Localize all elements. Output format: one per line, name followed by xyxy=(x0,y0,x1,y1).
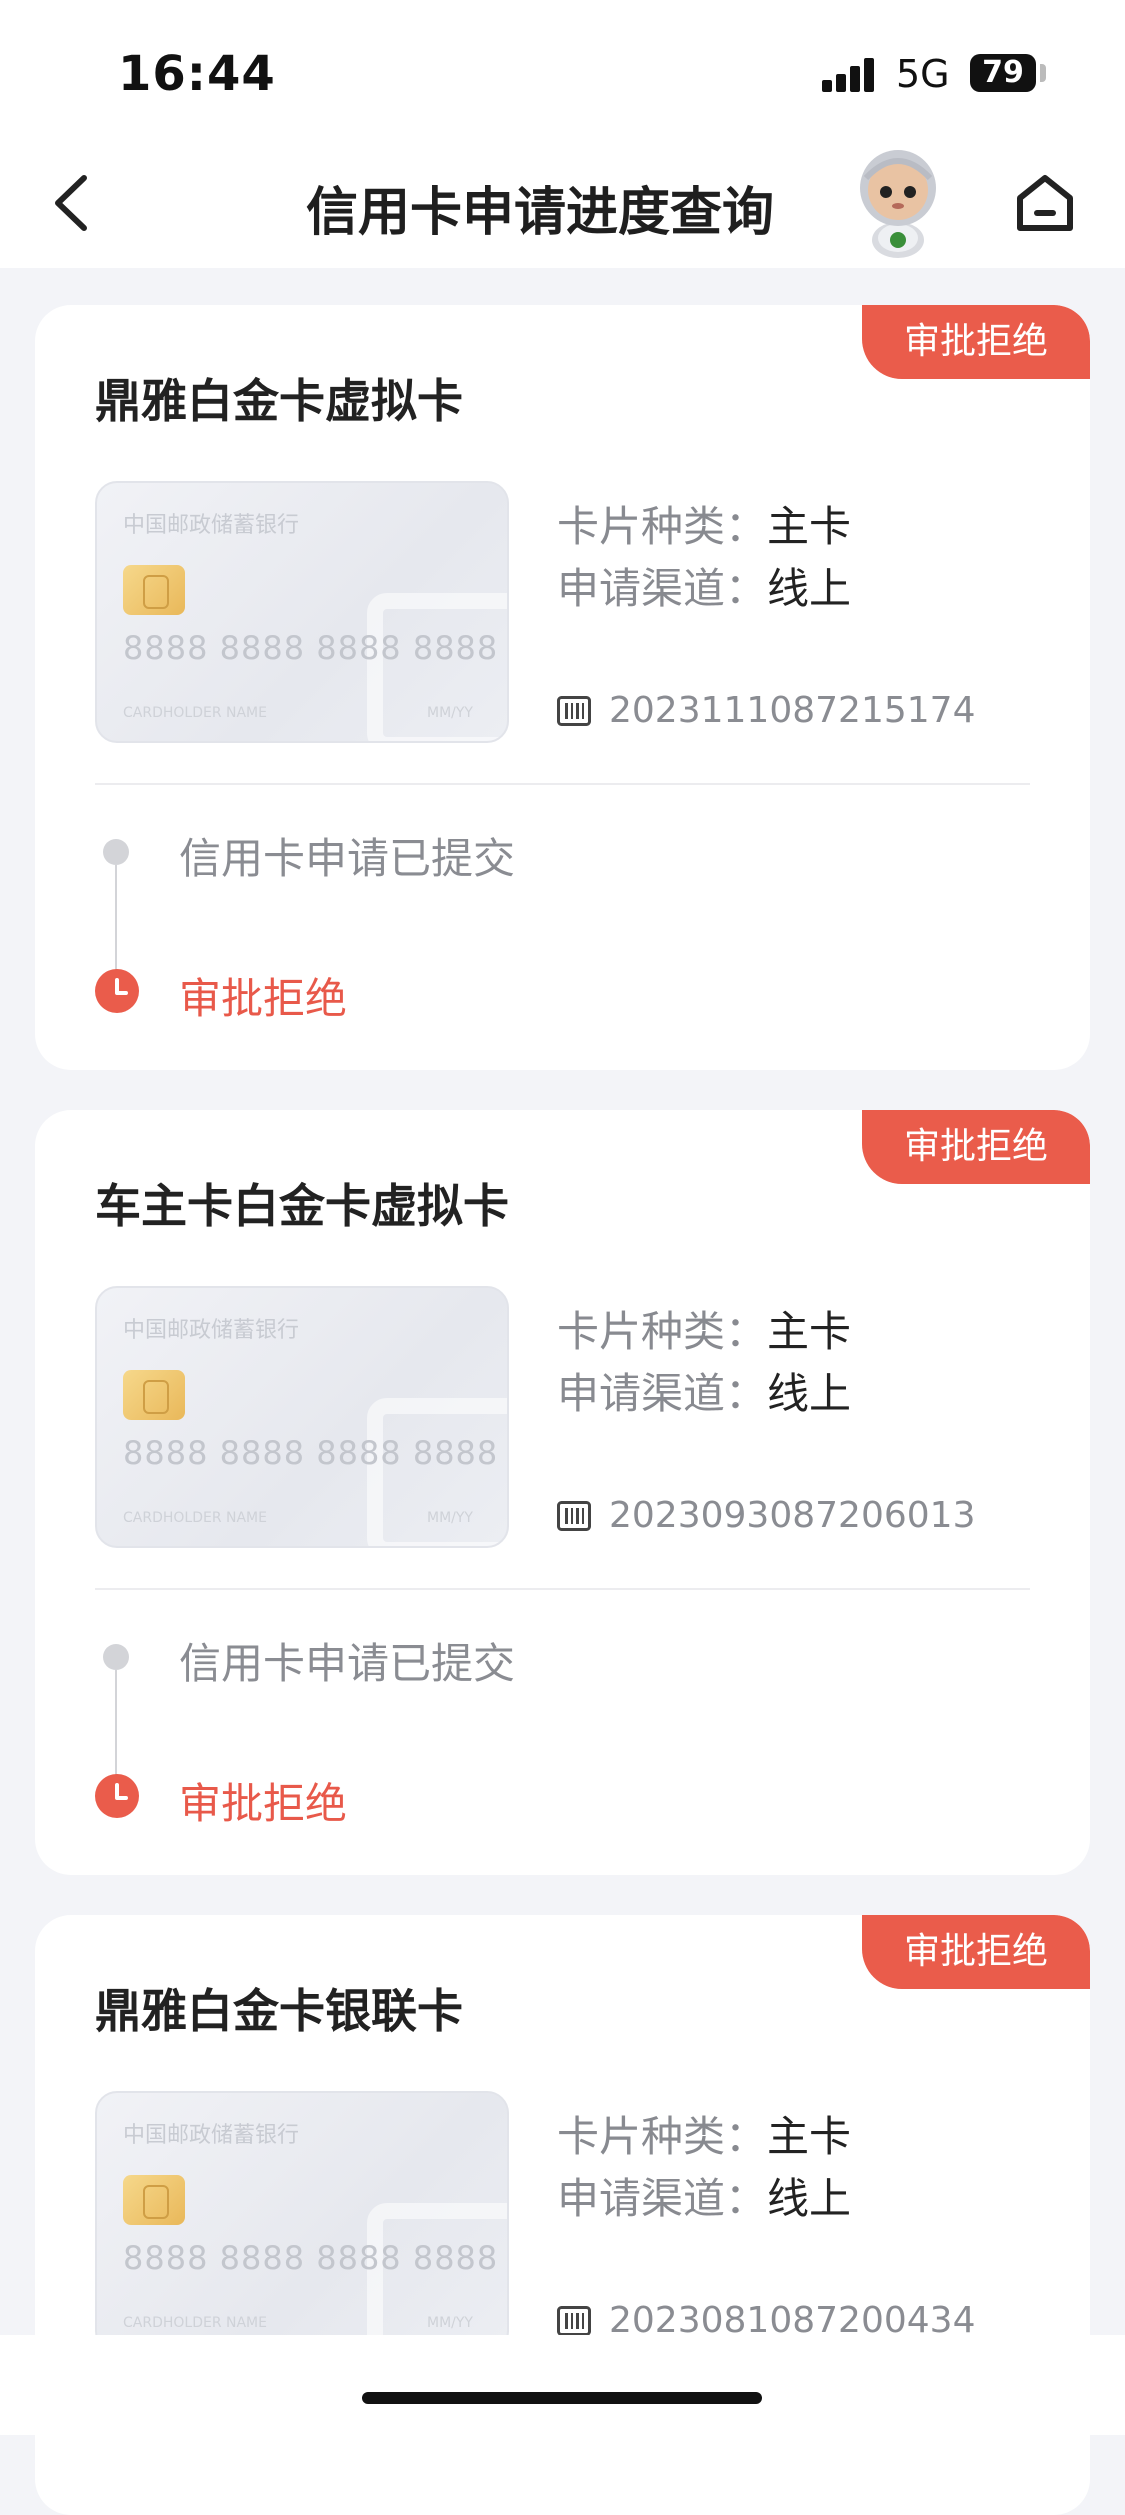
step-rejected: 审批拒绝 xyxy=(179,1779,348,1828)
channel-label: 申请渠道： xyxy=(557,564,768,613)
card-type-value: 主卡 xyxy=(767,502,852,551)
home-indicator[interactable] xyxy=(362,2392,762,2404)
card-type-label: 卡片种类： xyxy=(557,502,768,551)
card-holder: CARDHOLDER NAME xyxy=(123,2315,267,2331)
card-type-row: 卡片种类：主卡 xyxy=(557,493,851,554)
application-number-row: 2023111087215174 xyxy=(557,690,975,731)
card-expiry: MM/YY xyxy=(427,1510,473,1526)
channel-label: 申请渠道： xyxy=(557,1369,768,1418)
credit-card-image: 中国邮政储蓄银行 8888 8888 8888 8888 CARDHOLDER … xyxy=(95,481,509,743)
card-number: 8888 8888 8888 8888 xyxy=(123,2239,499,2277)
channel-label: 申请渠道： xyxy=(557,2174,768,2223)
card-type-label: 卡片种类： xyxy=(557,1307,768,1356)
application-number-row: 2023093087206013 xyxy=(557,1495,975,1536)
card-expiry: MM/YY xyxy=(427,705,473,721)
card-chip-icon xyxy=(123,565,185,615)
barcode-icon xyxy=(557,1500,591,1531)
divider xyxy=(95,1588,1030,1590)
step-rejected: 审批拒绝 xyxy=(179,974,348,1023)
channel-value: 线上 xyxy=(767,564,852,613)
clock-icon xyxy=(95,1774,139,1818)
clock-icon xyxy=(95,969,139,1013)
card-type-row: 卡片种类：主卡 xyxy=(557,1298,851,1359)
battery-cap xyxy=(1040,64,1046,82)
status-badge: 审批拒绝 xyxy=(862,305,1090,379)
network-type: 5G xyxy=(896,52,950,96)
step-dot-icon xyxy=(103,1644,129,1670)
step-dot-icon xyxy=(103,839,129,865)
status-badge: 审批拒绝 xyxy=(862,1915,1090,1989)
divider xyxy=(95,783,1030,785)
card-number: 8888 8888 8888 8888 xyxy=(123,629,499,667)
card-expiry: MM/YY xyxy=(427,2315,473,2331)
application-card[interactable]: 审批拒绝 鼎雅白金卡虚拟卡 中国邮政储蓄银行 8888 8888 8888 88… xyxy=(35,305,1090,1070)
channel-row: 申请渠道：线上 xyxy=(557,2165,851,2226)
credit-card-image: 中国邮政储蓄银行 8888 8888 8888 8888 CARDHOLDER … xyxy=(95,2091,509,2353)
nav-bar: 信用卡申请进度查询 xyxy=(0,140,1125,268)
card-type-value: 主卡 xyxy=(767,1307,852,1356)
application-number: 2023093087206013 xyxy=(609,1495,976,1536)
assistant-mascot-icon[interactable] xyxy=(848,148,948,260)
channel-value: 线上 xyxy=(767,1369,852,1418)
channel-row: 申请渠道：线上 xyxy=(557,555,851,616)
battery-icon: 79 xyxy=(970,54,1036,92)
card-product-title: 鼎雅白金卡银联卡 xyxy=(95,1984,463,2038)
card-product-title: 鼎雅白金卡虚拟卡 xyxy=(95,374,463,428)
card-holder: CARDHOLDER NAME xyxy=(123,705,267,721)
signal-icon xyxy=(822,56,880,92)
card-holder: CARDHOLDER NAME xyxy=(123,1510,267,1526)
card-chip-icon xyxy=(123,2175,185,2225)
card-bank-name: 中国邮政储蓄银行 xyxy=(123,513,300,538)
card-product-title: 车主卡白金卡虚拟卡 xyxy=(95,1179,509,1233)
status-time: 16:44 xyxy=(118,46,276,102)
barcode-icon xyxy=(557,2305,591,2336)
channel-row: 申请渠道：线上 xyxy=(557,1360,851,1421)
card-type-value: 主卡 xyxy=(767,2112,852,2161)
step-connector xyxy=(115,865,117,973)
channel-value: 线上 xyxy=(767,2174,852,2223)
card-chip-icon xyxy=(123,1370,185,1420)
application-number: 2023111087215174 xyxy=(609,690,976,731)
step-submitted: 信用卡申请已提交 xyxy=(179,1639,516,1688)
step-submitted: 信用卡申请已提交 xyxy=(179,834,516,883)
home-button[interactable] xyxy=(1010,168,1080,238)
status-bar: 16:44 5G 79 xyxy=(0,0,1125,140)
home-icon xyxy=(1017,175,1073,231)
step-connector xyxy=(115,1670,117,1778)
application-card[interactable]: 审批拒绝 车主卡白金卡虚拟卡 中国邮政储蓄银行 8888 8888 8888 8… xyxy=(35,1110,1090,1875)
credit-card-image: 中国邮政储蓄银行 8888 8888 8888 8888 CARDHOLDER … xyxy=(95,1286,509,1548)
card-type-label: 卡片种类： xyxy=(557,2112,768,2161)
bottom-safe-area xyxy=(0,2335,1125,2435)
card-type-row: 卡片种类：主卡 xyxy=(557,2103,851,2164)
card-number: 8888 8888 8888 8888 xyxy=(123,1434,499,1472)
status-badge: 审批拒绝 xyxy=(862,1110,1090,1184)
card-bank-name: 中国邮政储蓄银行 xyxy=(123,2123,300,2148)
card-bank-name: 中国邮政储蓄银行 xyxy=(123,1318,300,1343)
barcode-icon xyxy=(557,695,591,726)
